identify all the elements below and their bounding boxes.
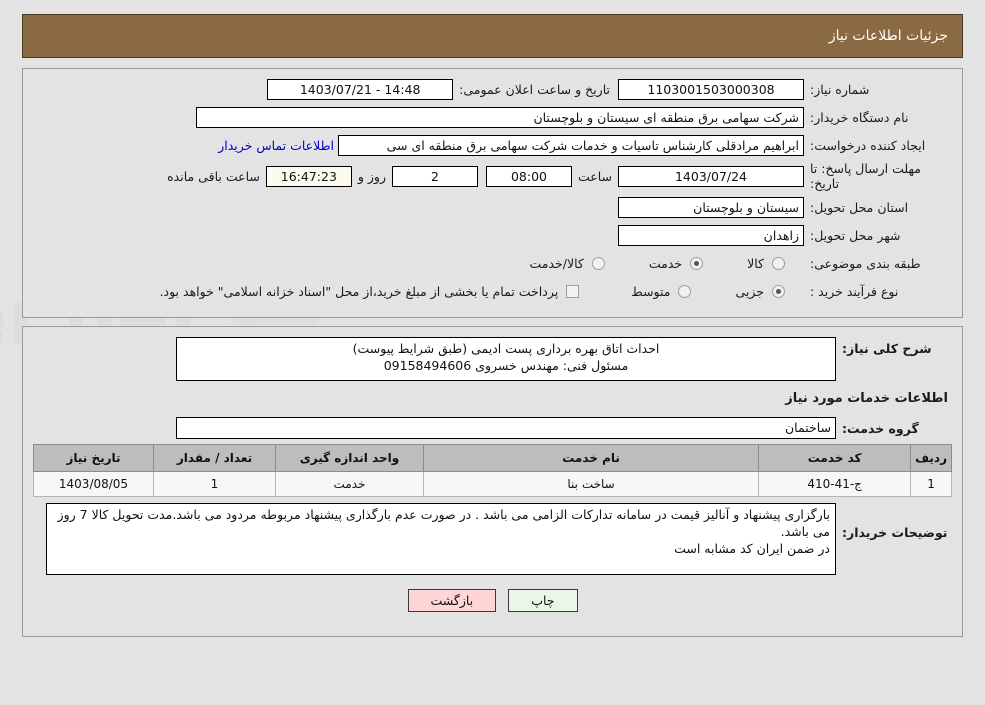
service-details-panel: شرح کلی نیاز: احداث اتاق بهره برداری پست… bbox=[22, 326, 963, 637]
buyer-org-value: شرکت سهامی برق منطقه ای سیستان و بلوچستا… bbox=[196, 106, 804, 128]
print-button[interactable]: چاپ bbox=[508, 589, 578, 612]
hour-label: ساعت bbox=[577, 168, 612, 184]
announce-datetime-label: تاریخ و ساعت اعلان عمومی: bbox=[459, 81, 610, 97]
col-quantity: تعداد / مقدار bbox=[153, 444, 276, 472]
buyer-org-label: نام دستگاه خریدار: bbox=[810, 109, 909, 125]
deadline-label: مهلت ارسال پاسخ: تا تاریخ: bbox=[810, 161, 921, 191]
col-service-name: نام خدمت bbox=[422, 444, 760, 472]
table-header-row: ردیف کد خدمت نام خدمت واحد اندازه گیری ت… bbox=[33, 444, 952, 472]
radio-kala-khedmat[interactable] bbox=[591, 256, 605, 270]
page-header-bar: جزئیات اطلاعات نیاز bbox=[22, 14, 963, 58]
treasury-option[interactable]: پرداخت تمام یا بخشی از مبلغ خرید،از محل … bbox=[157, 284, 585, 299]
col-radif: ردیف bbox=[910, 444, 952, 472]
page-title: جزئیات اطلاعات نیاز bbox=[828, 28, 948, 44]
radio-kala[interactable] bbox=[772, 256, 785, 270]
col-service-code: کد خدمت bbox=[758, 444, 912, 472]
table-row: 1 ج-41-410 ساخت بنا خدمت 1 1403/08/05 bbox=[33, 471, 952, 497]
province-value: سیستان و بلوچستان bbox=[618, 196, 804, 218]
general-desc-textarea[interactable]: احداث اتاق بهره برداری پست ادیمی (طبق شر… bbox=[176, 337, 836, 381]
province-label: استان محل تحویل: bbox=[810, 199, 909, 215]
cell-quantity: 1 bbox=[153, 471, 276, 497]
city-label: شهر محل تحویل: bbox=[810, 227, 901, 243]
cell-need-date: 1403/08/05 bbox=[33, 471, 154, 497]
countdown-timer: 16:47:23 bbox=[265, 165, 352, 187]
radio-khedmat[interactable] bbox=[690, 256, 704, 270]
process-option-motavaset[interactable]: متوسط bbox=[628, 284, 696, 299]
row-buyer-notes: توضیحات خریدار: بارگزاری پیشنهاد و آنالی… bbox=[33, 503, 952, 575]
service-group-value: ساختمان bbox=[176, 417, 836, 439]
radio-jozei[interactable] bbox=[772, 284, 785, 298]
buyer-notes-textarea[interactable]: بارگزاری پیشنهاد و آنالیز قیمت در سامانه… bbox=[46, 503, 836, 575]
cell-unit: خدمت bbox=[275, 471, 424, 497]
cell-radif: 1 bbox=[910, 471, 952, 497]
requester-value: ابراهیم مرادقلی کارشناس تاسیات و خدمات ش… bbox=[338, 134, 804, 156]
announce-datetime-value: 14:48 - 1403/07/21 bbox=[267, 78, 454, 100]
services-table: ردیف کد خدمت نام خدمت واحد اندازه گیری ت… bbox=[33, 444, 952, 497]
category-option-kala-khedmat[interactable]: کالا/خدمت bbox=[526, 256, 609, 271]
category-option-khedmat-label: خدمت bbox=[648, 255, 683, 271]
process-label: نوع فرآیند خرید : bbox=[810, 283, 899, 299]
need-number-value: 1103001503000308 bbox=[618, 78, 804, 100]
cell-service-name: ساخت بنا bbox=[422, 471, 760, 497]
buyer-notes-label: توضیحات خریدار: bbox=[842, 525, 948, 540]
page-root: جزئیات اطلاعات نیاز شماره نیاز: 11030015… bbox=[0, 14, 985, 637]
row-requester: ایجاد کننده درخواست: ابراهیم مرادقلی کار… bbox=[33, 133, 952, 157]
row-process-type: نوع فرآیند خرید : جزیی متوسط پرداخت تمام… bbox=[33, 279, 952, 303]
process-option-jozei-label: جزیی bbox=[735, 283, 764, 299]
treasury-text: پرداخت تمام یا بخشی از مبلغ خرید،از محل … bbox=[159, 283, 559, 299]
col-unit: واحد اندازه گیری bbox=[275, 444, 424, 472]
category-option-kala-label: کالا bbox=[747, 255, 764, 271]
service-group-label: گروه خدمت: bbox=[842, 420, 919, 436]
radio-motavaset[interactable] bbox=[678, 284, 692, 298]
row-general-desc: شرح کلی نیاز: احداث اتاق بهره برداری پست… bbox=[33, 337, 952, 381]
requester-label: ایجاد کننده درخواست: bbox=[810, 137, 926, 153]
row-category: طبقه بندی موضوعی: کالا خدمت کالا/خدمت bbox=[33, 251, 952, 275]
category-option-khedmat[interactable]: خدمت bbox=[646, 256, 708, 271]
days-remaining-value: 2 bbox=[391, 165, 478, 187]
row-deadline: مهلت ارسال پاسخ: تا تاریخ: 1403/07/24 سا… bbox=[33, 161, 952, 191]
back-button[interactable]: بازگشت bbox=[407, 589, 497, 612]
deadline-date-value: 1403/07/24 bbox=[618, 165, 804, 187]
category-option-kala[interactable]: کالا bbox=[744, 256, 790, 271]
need-number-label: شماره نیاز: bbox=[810, 81, 870, 97]
checkbox-treasury-bonds[interactable] bbox=[566, 284, 580, 298]
row-need-number: شماره نیاز: 1103001503000308 تاریخ و ساع… bbox=[33, 77, 952, 101]
remaining-suffix: ساعت باقی مانده bbox=[167, 168, 260, 184]
deadline-time-value: 08:00 bbox=[485, 165, 572, 187]
process-option-motavaset-label: متوسط bbox=[631, 283, 671, 299]
action-button-bar: چاپ بازگشت bbox=[33, 589, 952, 624]
category-option-kala-khedmat-label: کالا/خدمت bbox=[529, 255, 584, 271]
row-service-group: گروه خدمت: ساختمان bbox=[33, 416, 952, 440]
city-value: زاهدان bbox=[618, 224, 804, 246]
buyer-contact-link[interactable]: اطلاعات تماس خریدار bbox=[214, 138, 338, 153]
row-province: استان محل تحویل: سیستان و بلوچستان bbox=[33, 195, 952, 219]
days-word: روز و bbox=[357, 168, 386, 184]
cell-service-code: ج-41-410 bbox=[758, 471, 912, 497]
row-city: شهر محل تحویل: زاهدان bbox=[33, 223, 952, 247]
services-section-title: اطلاعات خدمات مورد نیاز bbox=[785, 391, 948, 406]
col-need-date: تاریخ نیاز bbox=[33, 444, 154, 472]
category-label: طبقه بندی موضوعی: bbox=[810, 255, 921, 271]
need-info-panel: شماره نیاز: 1103001503000308 تاریخ و ساع… bbox=[22, 68, 963, 318]
general-desc-label: شرح کلی نیاز: bbox=[842, 341, 932, 356]
row-buyer-org: نام دستگاه خریدار: شرکت سهامی برق منطقه … bbox=[33, 105, 952, 129]
process-option-jozei[interactable]: جزیی bbox=[732, 284, 790, 299]
